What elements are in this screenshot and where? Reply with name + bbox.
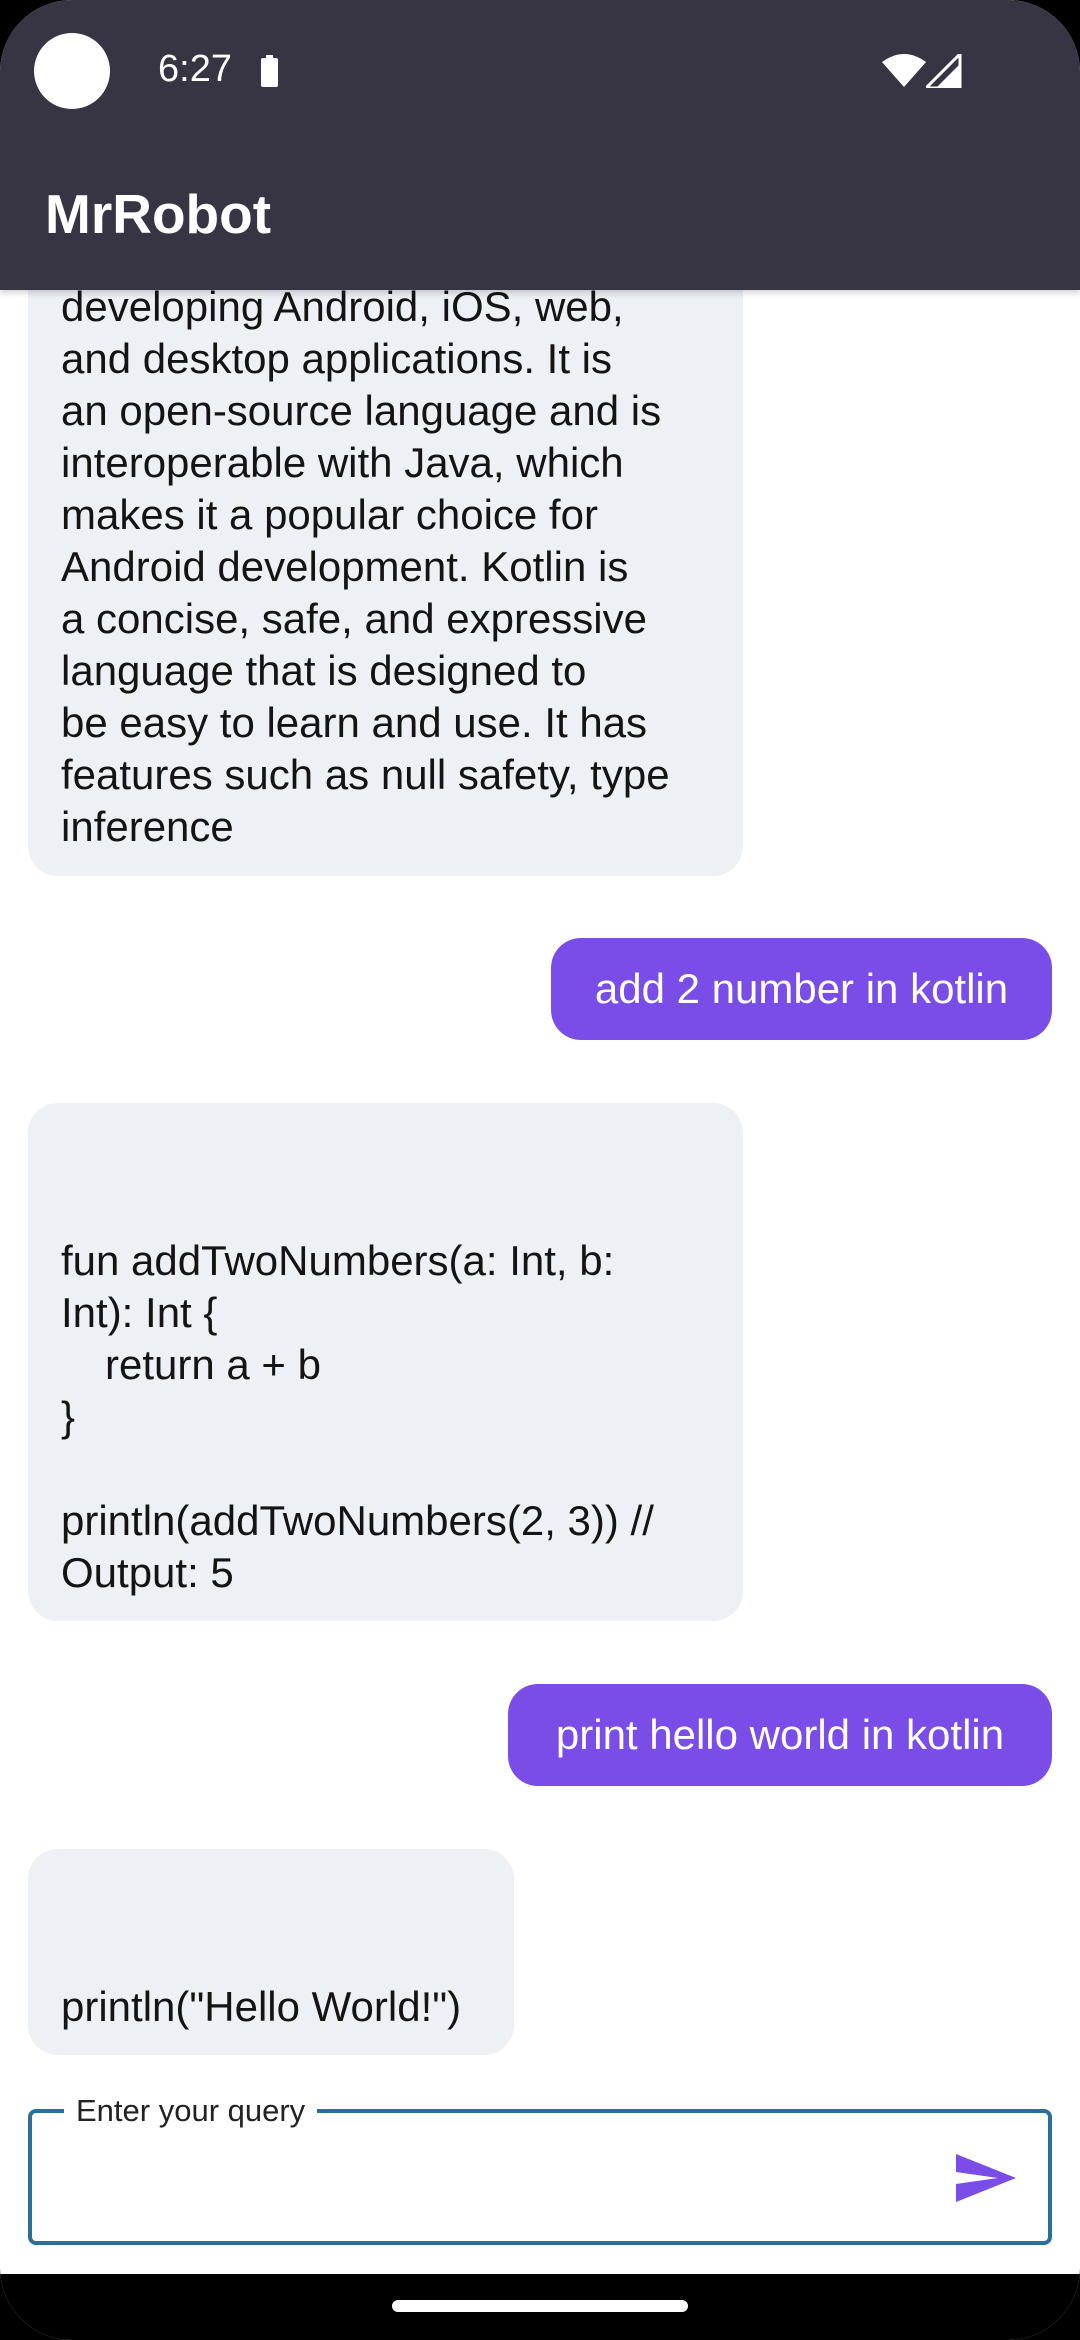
camera-cutout xyxy=(34,33,110,109)
message-line: makes it a popular choice for xyxy=(61,491,598,538)
message-line: an open-source language and is xyxy=(61,387,662,434)
message-line: and desktop applications. It is xyxy=(61,335,613,382)
message-line: be easy to learn and use. It has xyxy=(61,699,648,746)
message-line: Android development. Kotlin is xyxy=(61,543,629,590)
home-indicator[interactable] xyxy=(392,2300,688,2312)
code-line: Int): Int { xyxy=(61,1289,218,1336)
bot-message: fun addTwoNumbers(a: Int, b: Int): Int {… xyxy=(28,1103,743,1621)
app-title: MrRobot xyxy=(45,183,272,245)
code-line: println("Hello World!") xyxy=(61,1983,462,2030)
code-line: } xyxy=(61,1393,76,1440)
message-line: a concise, safe, and expressive xyxy=(61,595,647,642)
phone-screen: developing Android, iOS, web, and deskto… xyxy=(0,0,1080,2340)
wifi-icon xyxy=(882,54,926,88)
code-line: return a + b xyxy=(105,1341,321,1388)
send-button[interactable] xyxy=(946,2143,1026,2213)
code-line: fun addTwoNumbers(a: Int, b: xyxy=(61,1237,615,1284)
user-message: print hello world in kotlin xyxy=(508,1684,1052,1786)
message-line: language that is designed to xyxy=(61,647,587,694)
status-time: 6:27 xyxy=(158,48,232,90)
message-line: inference xyxy=(61,803,234,850)
battery-icon xyxy=(261,55,278,87)
message-line: features such as null safety, type xyxy=(61,751,670,798)
top-app-bar: 6:27 MrRobot xyxy=(0,0,1080,290)
signal-icon xyxy=(922,50,962,90)
chat-list[interactable]: developing Android, iOS, web, and deskto… xyxy=(0,0,1080,2090)
code-line: Output: 5 xyxy=(61,1549,234,1596)
message-line: interoperable with Java, which xyxy=(61,439,624,486)
user-message: add 2 number in kotlin xyxy=(551,938,1052,1040)
query-input[interactable] xyxy=(52,2133,936,2225)
query-input-label: Enter your query xyxy=(64,2091,318,2131)
query-input-container[interactable]: Enter your query xyxy=(28,2091,1052,2245)
bot-message: println("Hello World!") xyxy=(28,1849,514,2055)
send-icon xyxy=(956,2154,1016,2202)
code-line: println(addTwoNumbers(2, 3)) // xyxy=(61,1497,654,1544)
